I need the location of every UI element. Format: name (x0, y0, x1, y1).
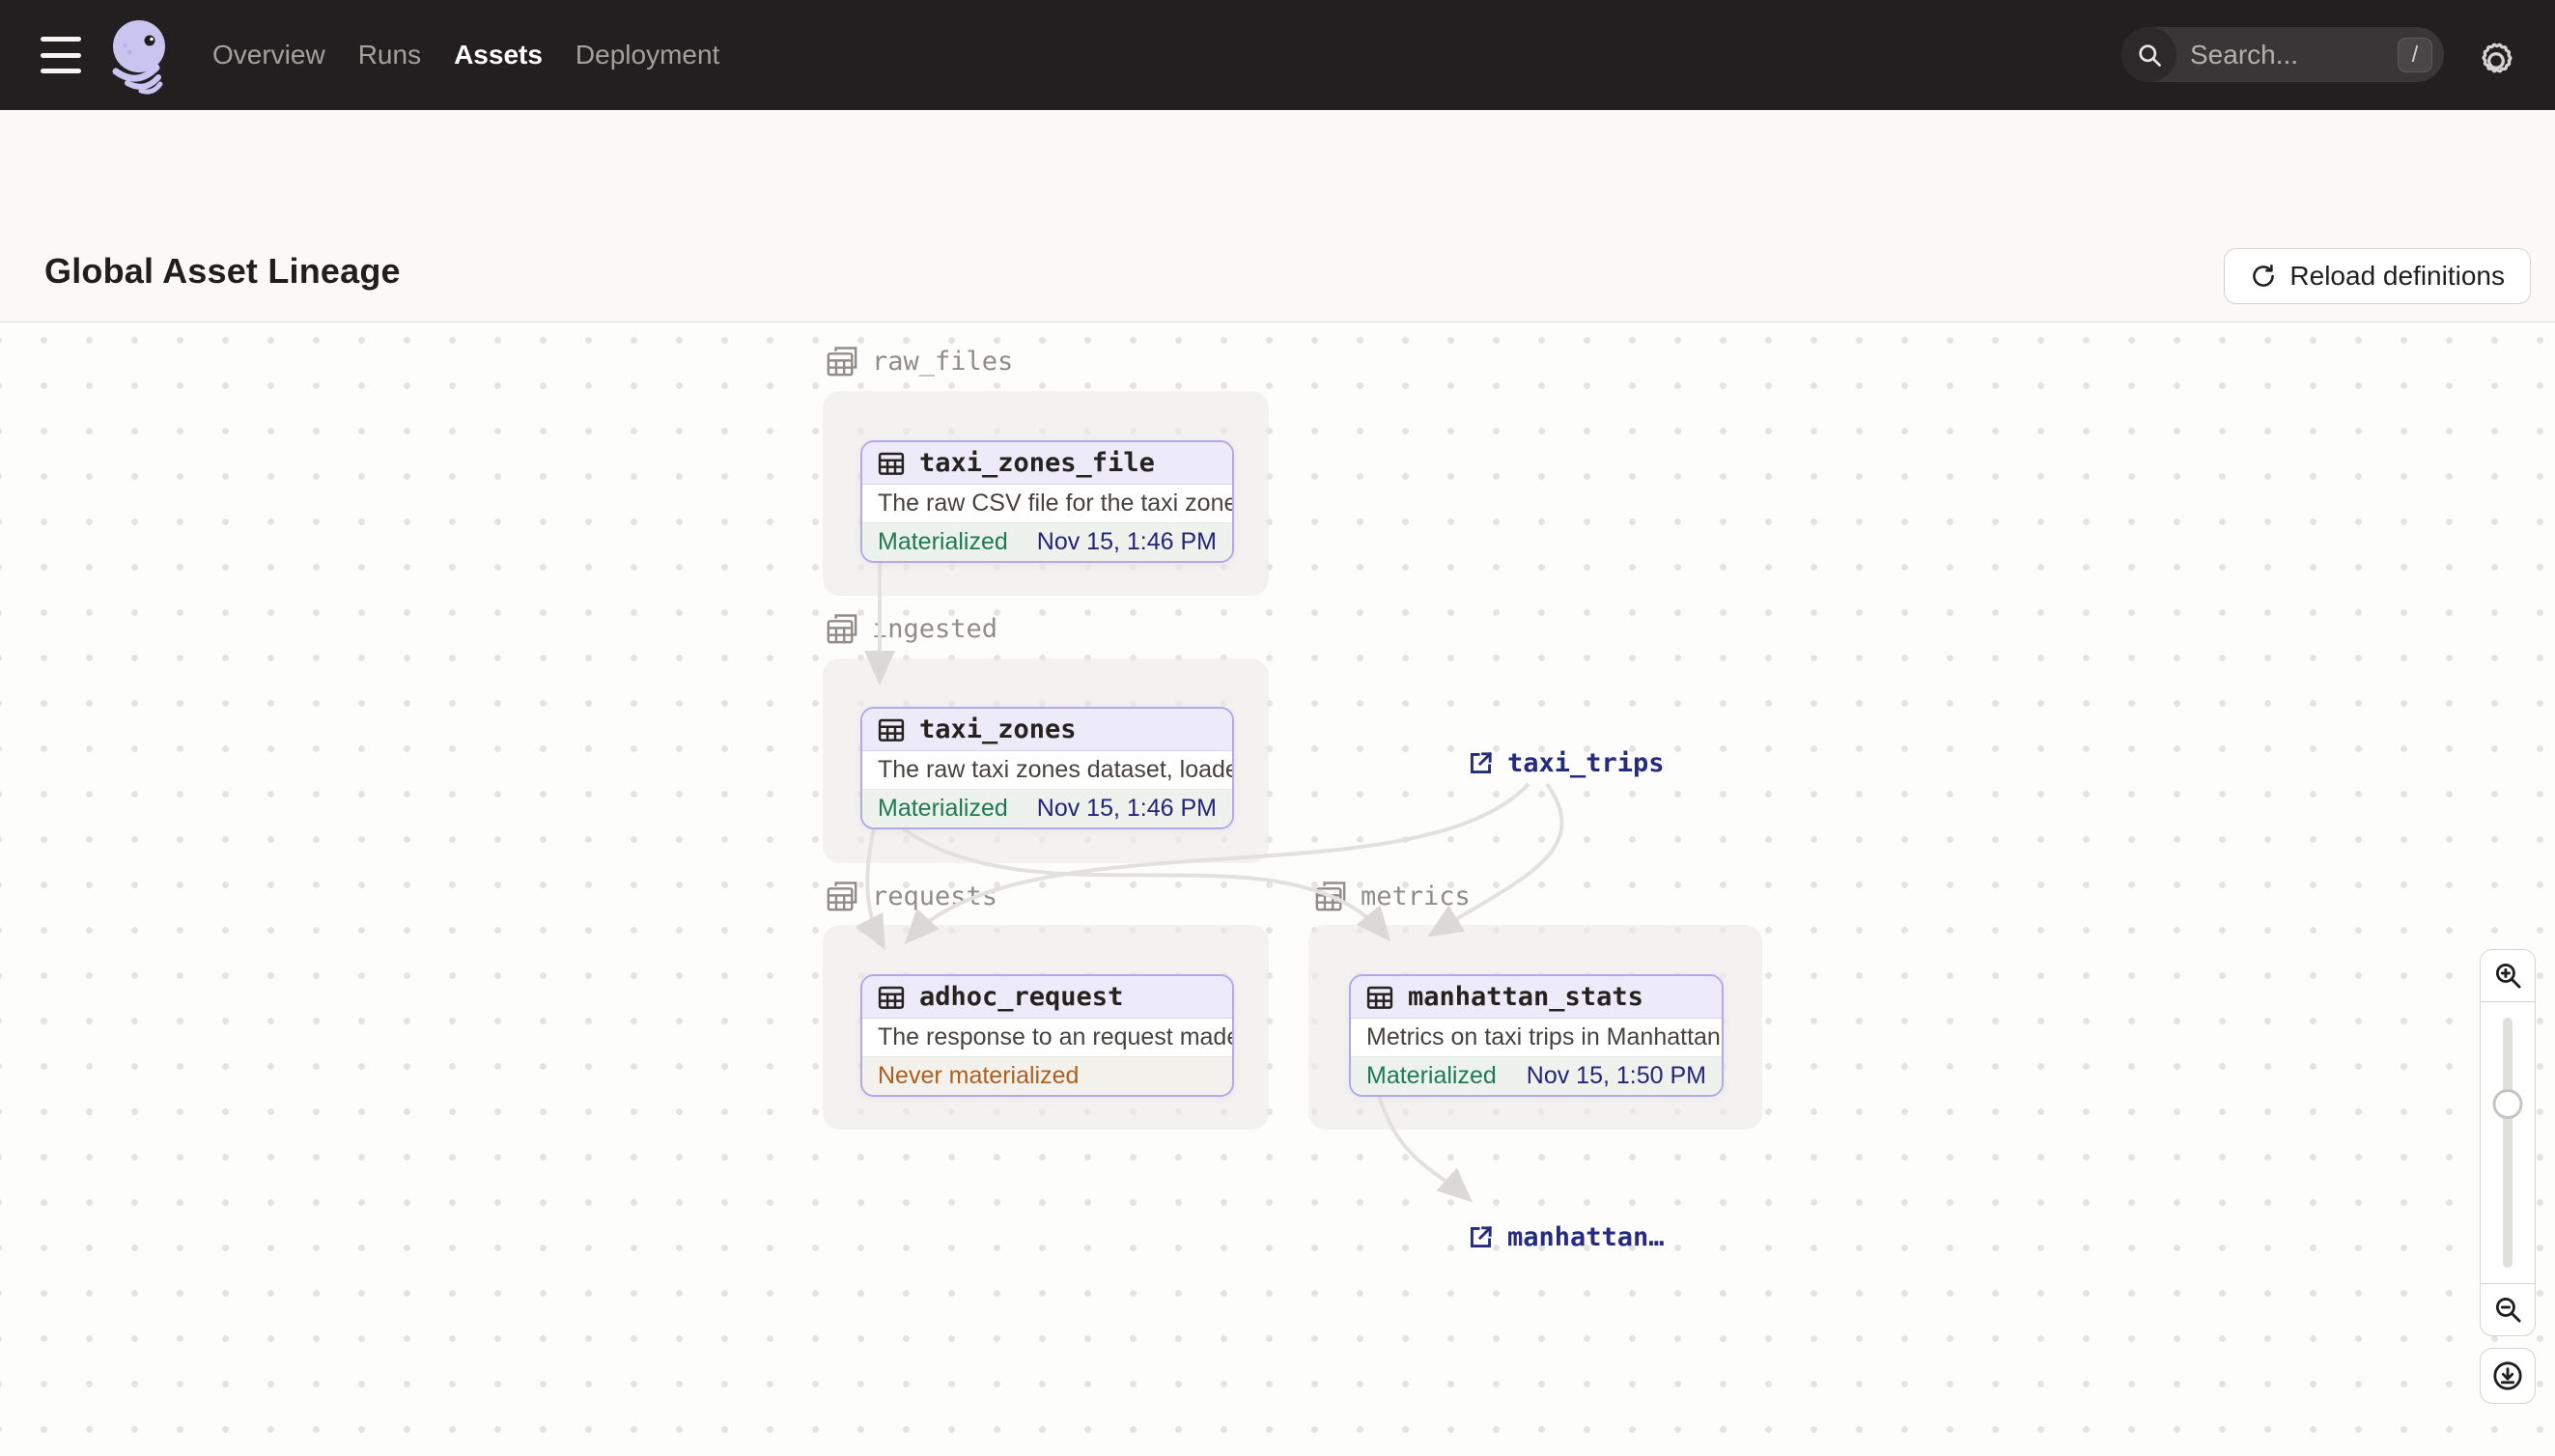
asset-name: taxi_zones_file (919, 448, 1155, 478)
zoom-out-icon (2495, 1297, 2521, 1323)
reload-icon (2250, 263, 2277, 290)
asset-description: The raw CSV file for the taxi zones dat.… (862, 485, 1232, 522)
external-link-icon (1470, 1225, 1493, 1248)
asset-description: The response to an request made in th... (862, 1019, 1232, 1056)
lineage-edges (855, 562, 1564, 1203)
edge-manhattan-stats-to-manhattan-external (1377, 1094, 1473, 1203)
nav-item-deployment[interactable]: Deployment (574, 34, 721, 76)
zoom-slider-track[interactable] (2503, 1018, 2513, 1268)
asset-description: Metrics on taxi trips in Manhattan (1351, 1019, 1722, 1056)
gear-icon[interactable] (2474, 39, 2518, 83)
external-asset-name: taxi_trips (1507, 748, 1665, 778)
table-icon (878, 718, 905, 742)
asset-name: taxi_zones (919, 714, 1077, 744)
zoom-slider-thumb[interactable] (2492, 1089, 2523, 1120)
materialization-timestamp: Nov 15, 1:46 PM (1036, 528, 1217, 555)
global-search-input[interactable]: Search... / (2121, 27, 2444, 82)
status-badge: Materialized (878, 528, 1008, 555)
page-title: Global Asset Lineage (44, 251, 401, 291)
asset-name: adhoc_request (919, 982, 1124, 1012)
nav-item-assets[interactable]: Assets (452, 34, 545, 76)
external-asset-taxi-trips[interactable]: taxi_trips (1467, 748, 1665, 778)
reload-definitions-button[interactable]: Reload definitions (2224, 248, 2531, 304)
dagster-logo-icon[interactable] (100, 14, 180, 97)
zoom-in-button[interactable] (2481, 950, 2535, 1002)
status-badge: Materialized (1366, 1062, 1497, 1089)
export-graph-button[interactable] (2480, 1348, 2536, 1404)
table-icon (878, 986, 905, 1009)
menu-icon[interactable] (41, 37, 81, 73)
reload-definitions-label: Reload definitions (2289, 261, 2505, 291)
table-icon (1366, 986, 1393, 1009)
zoom-in-icon (2495, 963, 2521, 989)
download-icon (2493, 1361, 2522, 1390)
external-asset-name: manhattan… (1507, 1222, 1665, 1252)
status-badge: Never materialized (878, 1062, 1080, 1089)
asset-description: The raw taxi zones dataset, loaded int..… (862, 751, 1232, 789)
external-link-icon (1470, 751, 1493, 774)
search-shortcut-badge: / (2398, 37, 2432, 72)
search-icon (2121, 27, 2176, 82)
primary-nav: Overview Runs Assets Deployment (211, 0, 721, 110)
asset-node-taxi-zones[interactable]: taxi_zones The raw taxi zones dataset, l… (860, 707, 1234, 829)
external-asset-manhattan[interactable]: manhattan… (1467, 1222, 1665, 1252)
zoom-controls (2480, 949, 2536, 1336)
zoom-slider[interactable] (2481, 1002, 2535, 1283)
materialization-timestamp: Nov 15, 1:50 PM (1526, 1062, 1706, 1089)
table-icon (878, 452, 905, 475)
status-badge: Materialized (878, 795, 1008, 822)
edge-taxi-zones-to-manhattan-stats (901, 826, 1391, 942)
zoom-out-button[interactable] (2481, 1283, 2535, 1335)
asset-node-adhoc-request[interactable]: adhoc_request The response to an request… (860, 974, 1234, 1097)
page-header: Global Asset Lineage Reload definitions … (0, 110, 2555, 410)
top-navigation-bar: Overview Runs Assets Deployment Search..… (0, 0, 2555, 110)
search-placeholder: Search... (2190, 39, 2299, 70)
asset-name: manhattan_stats (1408, 982, 1643, 1012)
nav-item-overview[interactable]: Overview (211, 34, 327, 76)
nav-item-runs[interactable]: Runs (356, 34, 423, 76)
asset-node-manhattan-stats[interactable]: manhattan_stats Metrics on taxi trips in… (1349, 974, 1724, 1097)
materialization-timestamp: Nov 15, 1:46 PM (1036, 795, 1217, 822)
lineage-canvas[interactable]: raw_files ingested requests metrics taxi… (0, 322, 2555, 1456)
edge-taxi-zones-to-adhoc-request (855, 827, 885, 951)
asset-node-taxi-zones-file[interactable]: taxi_zones_file The raw CSV file for the… (860, 440, 1234, 563)
